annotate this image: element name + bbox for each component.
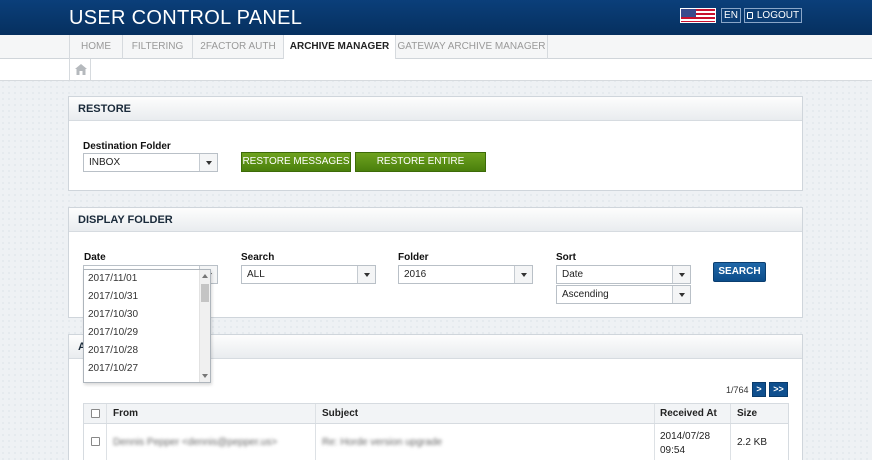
messages-table: From Subject Received At Size Dennis Pep… <box>83 403 789 460</box>
column-subject[interactable]: Subject <box>322 404 358 424</box>
chevron-down-icon <box>672 286 690 303</box>
row-size: 2.2 KB <box>737 437 768 448</box>
home-icon <box>75 64 87 75</box>
destination-folder-label: Destination Folder <box>83 141 171 152</box>
language-button[interactable]: EN <box>721 8 741 23</box>
destination-folder-value: INBOX <box>89 157 121 168</box>
column-from[interactable]: From <box>113 404 138 424</box>
chevron-down-icon <box>672 266 690 283</box>
pagination-info: 1/764 <box>726 385 749 395</box>
row-received-date: 2014/07/28 <box>660 431 711 442</box>
us-flag-icon[interactable] <box>680 8 716 23</box>
sort-label: Sort <box>556 252 576 263</box>
folder-select[interactable]: 2016 <box>398 265 533 284</box>
chevron-down-icon <box>199 154 217 171</box>
sort-field-value: Date <box>562 269 584 280</box>
date-option[interactable]: 2017/10/27 <box>88 360 138 378</box>
search-label: Search <box>241 252 275 263</box>
date-option[interactable]: 2017/10/31 <box>88 288 138 306</box>
tab-filtering[interactable]: FILTERING <box>122 35 192 59</box>
restore-title: RESTORE <box>69 97 802 121</box>
column-received-at[interactable]: Received At <box>660 404 717 424</box>
row-received-time: 09:54 <box>660 445 686 456</box>
tab-2factor-auth[interactable]: 2FACTOR AUTH <box>192 35 283 59</box>
app-title: USER CONTROL PANEL <box>69 7 303 29</box>
scroll-down-arrow-icon[interactable] <box>202 374 208 378</box>
table-header: From Subject Received At Size <box>84 404 788 424</box>
date-option[interactable]: 2017/10/28 <box>88 342 138 360</box>
display-folder-title: DISPLAY FOLDER <box>69 208 802 232</box>
select-all-checkbox[interactable] <box>91 409 100 418</box>
tab-archive-manager[interactable]: ARCHIVE MANAGER <box>283 35 395 59</box>
row-from: Dennis Pepper <dennis@pepper.us> <box>113 437 278 448</box>
restore-entire-folder-button[interactable]: RESTORE ENTIRE FOLDER <box>355 152 486 185</box>
sort-order-select[interactable]: Ascending <box>556 285 691 304</box>
breadcrumb <box>0 59 872 81</box>
table-row[interactable]: Dennis Pepper <dennis@pepper.us> Re: Hor… <box>84 424 788 460</box>
column-size[interactable]: Size <box>737 404 757 424</box>
tab-home[interactable]: HOME <box>69 35 122 59</box>
scroll-up-arrow-icon[interactable] <box>202 274 208 278</box>
date-label: Date <box>84 252 106 263</box>
folder-select-value: 2016 <box>404 269 427 280</box>
date-dropdown-list[interactable]: 2017/11/01 2017/10/31 2017/10/30 2017/10… <box>83 269 211 383</box>
folder-label: Folder <box>398 252 429 263</box>
sort-field-select[interactable]: Date <box>556 265 691 284</box>
breadcrumb-home[interactable] <box>69 59 91 81</box>
sort-order-value: Ascending <box>562 289 609 300</box>
restore-messages-button[interactable]: RESTORE MESSAGES <box>241 152 351 172</box>
lock-icon <box>746 12 753 19</box>
main-tabs: HOME FILTERING 2FACTOR AUTH ARCHIVE MANA… <box>0 35 872 59</box>
scrollbar-thumb[interactable] <box>201 284 209 302</box>
search-select[interactable]: ALL <box>241 265 376 284</box>
top-header-bar: USER CONTROL PANEL EN LOGOUT <box>0 0 872 35</box>
logout-button[interactable]: LOGOUT <box>744 8 802 23</box>
row-checkbox[interactable] <box>91 437 100 446</box>
search-select-value: ALL <box>247 269 265 280</box>
logout-label: LOGOUT <box>756 10 800 21</box>
chevron-down-icon <box>514 266 532 283</box>
date-option[interactable]: 2017/11/01 <box>88 270 137 288</box>
tab-gateway-archive-manager[interactable]: GATEWAY ARCHIVE MANAGER <box>395 35 548 59</box>
date-option[interactable]: 2017/10/30 <box>88 306 138 324</box>
next-page-button[interactable]: > <box>752 382 766 397</box>
row-subject: Re: Horde version upgrade <box>322 437 443 448</box>
search-button[interactable]: SEARCH <box>713 262 766 282</box>
destination-folder-select[interactable]: INBOX <box>83 153 218 172</box>
chevron-down-icon <box>357 266 375 283</box>
date-option[interactable]: 2017/10/29 <box>88 324 138 342</box>
dropdown-scrollbar[interactable] <box>199 270 210 382</box>
last-page-button[interactable]: >> <box>769 382 788 397</box>
